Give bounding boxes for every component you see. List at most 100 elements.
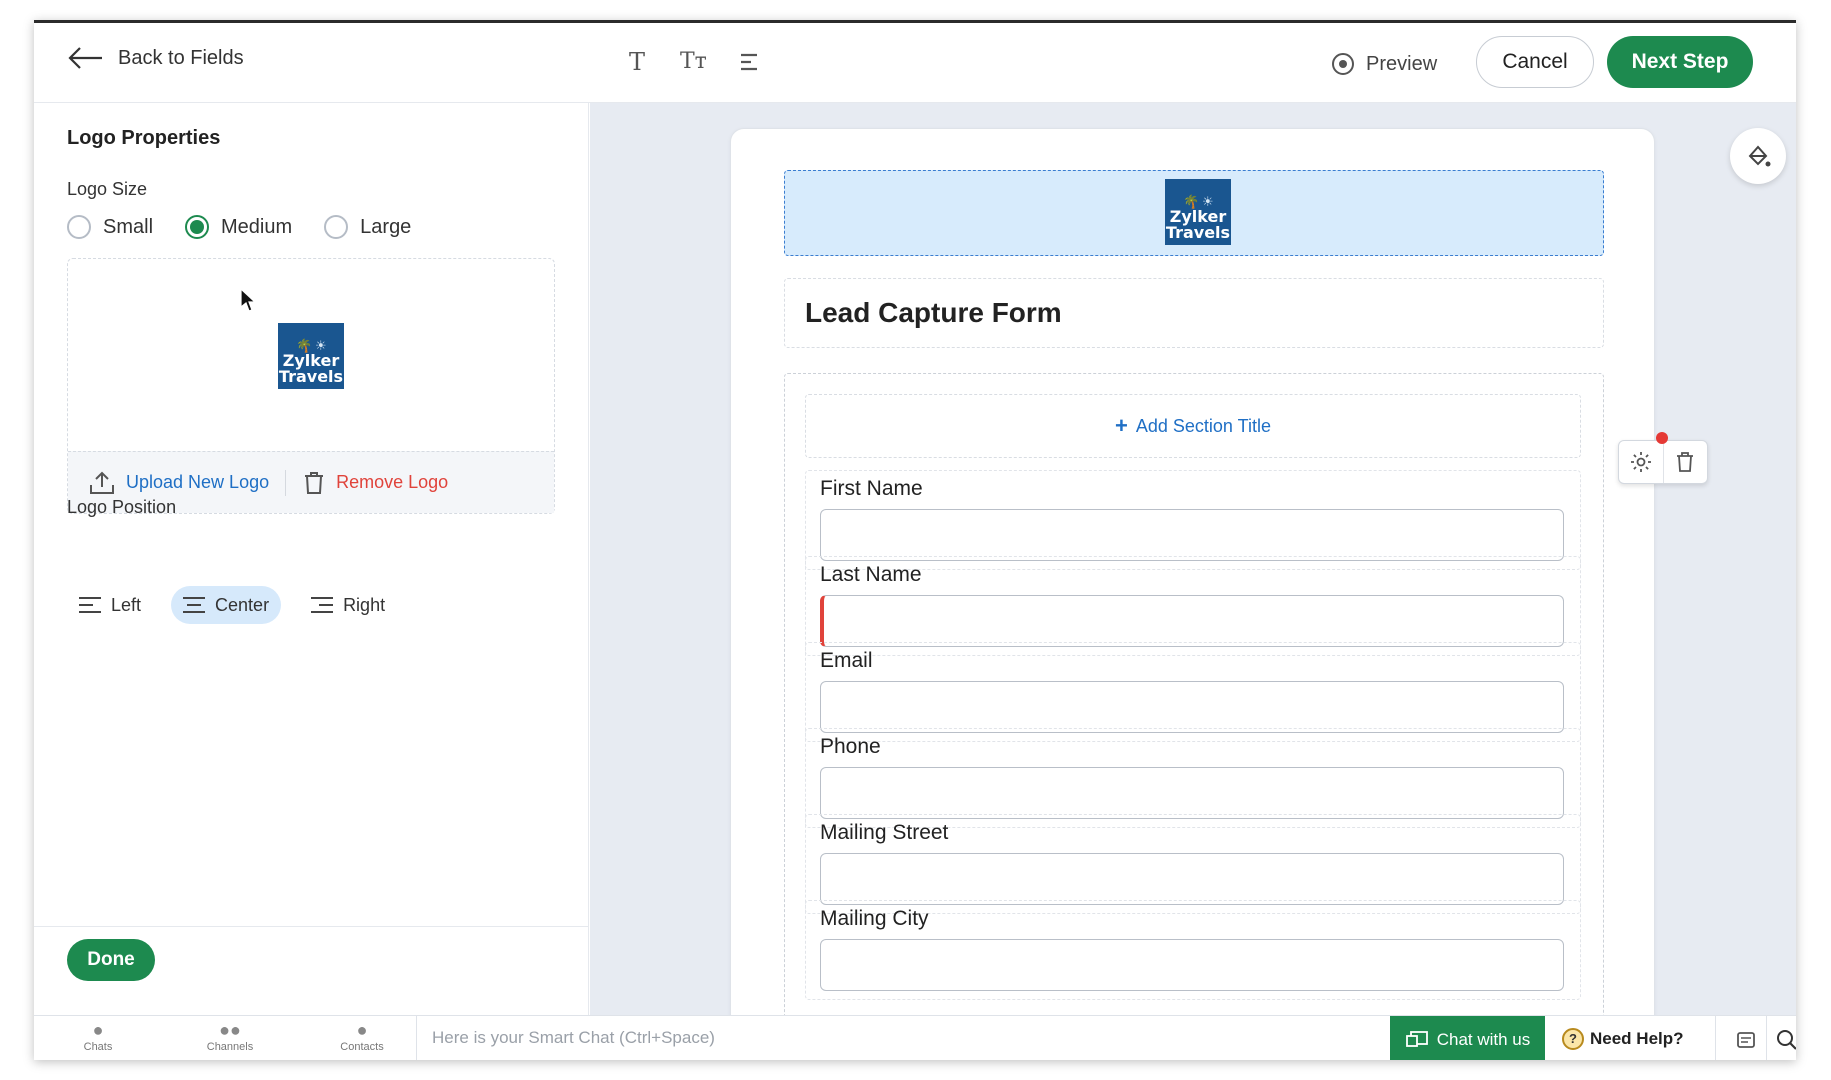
logo-properties-panel: Logo Properties Logo Size Small Medium L… xyxy=(34,103,589,1015)
form-logo-band[interactable]: 🌴 ☀ Zylker Travels xyxy=(784,170,1604,256)
field-input[interactable] xyxy=(820,767,1564,819)
upload-new-logo-button[interactable]: Upload New Logo xyxy=(88,470,269,496)
radio-checked-icon xyxy=(185,215,210,239)
nav-label: Chats xyxy=(83,1041,113,1053)
nav-label: Channels xyxy=(206,1041,254,1053)
size-option-small[interactable]: Small xyxy=(67,215,153,239)
form-field-last-name[interactable]: Last Name xyxy=(805,556,1581,656)
size-option-large[interactable]: Large xyxy=(324,215,411,239)
help-question-icon: ? xyxy=(1562,1028,1584,1050)
position-left-button[interactable]: Left xyxy=(67,586,153,624)
nav-label: Contacts xyxy=(340,1041,384,1053)
trash-icon xyxy=(305,471,324,494)
divider xyxy=(1766,1016,1767,1060)
position-right-button[interactable]: Right xyxy=(299,586,397,624)
chat-with-us-button[interactable]: Chat with us xyxy=(1390,1016,1545,1060)
theme-paint-bucket-button[interactable] xyxy=(1730,128,1786,184)
form-builder-window: Back to Fields T Tт Preview Cancel Next … xyxy=(34,20,1796,1060)
need-help-label: Need Help? xyxy=(1590,1029,1684,1048)
text-size-icon[interactable]: Tт xyxy=(680,49,707,75)
smart-chat-input[interactable]: Here is your Smart Chat (Ctrl+Space) xyxy=(432,1028,715,1048)
field-label: Mailing City xyxy=(820,907,929,930)
form-field-email[interactable]: Email xyxy=(805,642,1581,742)
nav-contacts[interactable]: ● Contacts xyxy=(322,1020,402,1053)
contact-person-icon: ● xyxy=(356,1020,368,1040)
field-input[interactable] xyxy=(820,595,1564,647)
remove-logo-button[interactable]: Remove Logo xyxy=(302,470,448,496)
back-to-fields-button[interactable]: Back to Fields xyxy=(66,45,244,71)
divider xyxy=(285,469,287,496)
field-label: First Name xyxy=(820,477,923,500)
form-field-first-name[interactable]: First Name xyxy=(805,470,1581,570)
text-icon[interactable]: T xyxy=(624,49,650,75)
align-right-icon xyxy=(311,595,334,615)
preview-button[interactable]: Preview xyxy=(1330,51,1437,77)
search-icon[interactable] xyxy=(1772,1026,1796,1054)
field-label: Phone xyxy=(820,735,881,758)
size-option-label: Large xyxy=(360,215,412,238)
paint-bucket-icon xyxy=(1748,145,1771,167)
form-title: Lead Capture Form xyxy=(805,297,1062,328)
format-toolbar: T Tт xyxy=(624,49,762,75)
add-section-label: Add Section Title xyxy=(1135,415,1271,436)
logo-preview-area: 🌴 ☀ Zylker Travels xyxy=(68,259,554,451)
top-bar: Back to Fields T Tт Preview Cancel Next … xyxy=(34,23,1796,103)
field-input[interactable] xyxy=(820,509,1564,561)
add-section-title-button[interactable]: + Add Section Title xyxy=(805,394,1581,458)
nav-channels[interactable]: ●● Channels xyxy=(190,1020,270,1053)
form-field-mailing-city[interactable]: Mailing City xyxy=(805,900,1581,1000)
form-field-phone[interactable]: Phone xyxy=(805,728,1581,828)
form-canvas: 🌴 ☀ Zylker Travels Lead Capture Form + A… xyxy=(590,103,1796,1060)
notifications-icon[interactable] xyxy=(1731,1026,1761,1054)
settings-gear-icon[interactable] xyxy=(1619,441,1663,483)
field-label: Last Name xyxy=(820,563,922,586)
done-button[interactable]: Done xyxy=(67,939,155,981)
chat-bubble-icon: ● xyxy=(92,1020,104,1040)
form-card: 🌴 ☀ Zylker Travels Lead Capture Form + A… xyxy=(730,128,1655,1060)
back-to-fields-label: Back to Fields xyxy=(118,46,244,69)
cancel-button[interactable]: Cancel xyxy=(1476,36,1594,88)
nav-chats[interactable]: ● Chats xyxy=(58,1020,138,1053)
plus-icon: + xyxy=(1115,413,1128,438)
bottom-nav: ● Chats ●● Channels ● Contacts xyxy=(34,1016,417,1060)
position-label: Center xyxy=(215,594,270,615)
align-left-icon xyxy=(79,595,101,615)
chat-window-icon xyxy=(1405,1031,1428,1047)
logo-image: 🌴 ☀ Zylker Travels xyxy=(278,323,344,389)
position-center-button[interactable]: Center xyxy=(171,586,282,624)
form-section: + Add Section Title First Name Last Name… xyxy=(784,373,1604,1060)
panel-footer: Done xyxy=(34,926,588,1015)
radio-icon xyxy=(324,215,349,239)
mouse-pointer-icon xyxy=(240,287,257,312)
radio-icon xyxy=(67,215,91,239)
delete-field-icon[interactable] xyxy=(1662,441,1707,483)
field-input[interactable] xyxy=(820,939,1564,991)
next-step-button[interactable]: Next Step xyxy=(1607,36,1753,88)
panel-title: Logo Properties xyxy=(67,127,221,149)
field-input[interactable] xyxy=(820,681,1564,733)
form-field-mailing-street[interactable]: Mailing Street xyxy=(805,814,1581,914)
logo-size-radio-group: Small Medium Large xyxy=(67,215,411,239)
logo-text-line2: Travels xyxy=(278,367,344,386)
logo-size-label: Logo Size xyxy=(67,179,148,199)
form-title-box[interactable]: Lead Capture Form xyxy=(784,278,1604,348)
align-icon[interactable] xyxy=(736,49,762,75)
field-input[interactable] xyxy=(820,853,1564,905)
size-option-label: Medium xyxy=(221,215,293,238)
remove-label: Remove Logo xyxy=(336,472,449,492)
size-option-medium[interactable]: Medium xyxy=(185,215,292,239)
form-logo-image: 🌴 ☀ Zylker Travels xyxy=(1165,179,1231,245)
logo-preview-box: 🌴 ☀ Zylker Travels Upload New Logo Remov… xyxy=(67,258,555,514)
size-option-label: Small xyxy=(103,215,154,238)
position-label: Left xyxy=(111,594,142,615)
eye-icon xyxy=(1332,53,1354,75)
need-help-button[interactable]: ? Need Help? xyxy=(1562,1028,1684,1050)
upload-icon xyxy=(90,471,114,494)
preview-label: Preview xyxy=(1366,52,1438,75)
logo-text-line2: Travels xyxy=(1165,223,1231,242)
field-toolbar xyxy=(1618,440,1708,484)
notification-dot xyxy=(1656,432,1668,444)
align-center-icon xyxy=(183,595,206,615)
channels-icon: ●● xyxy=(219,1020,241,1040)
divider xyxy=(1715,1016,1716,1060)
